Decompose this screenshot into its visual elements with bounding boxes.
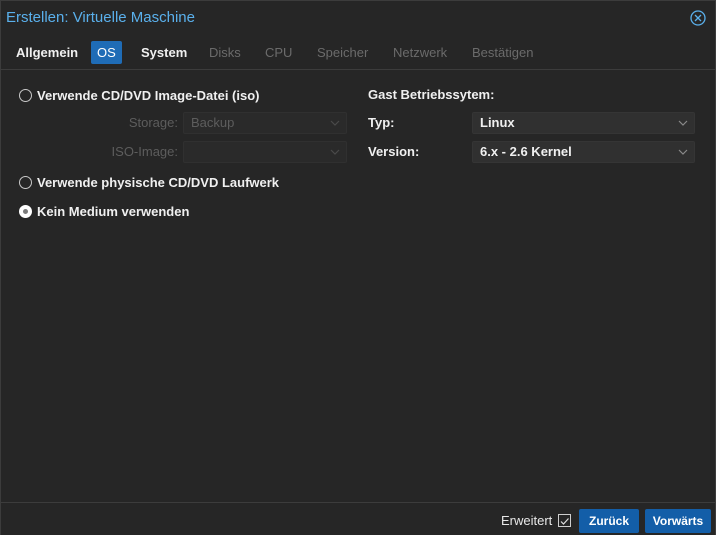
guest-os-title: Gast Betriebssytem:	[368, 87, 495, 102]
storage-label: Storage:	[128, 115, 178, 130]
tab-system[interactable]: System	[135, 41, 193, 64]
os-version-label: Version:	[368, 144, 420, 159]
wizard-tabs: Allgemein OS System Disks CPU Speicher N…	[1, 35, 715, 70]
radio-use-physical-drive-label: Verwende physische CD/DVD Laufwerk	[37, 174, 280, 190]
tab-bestaetigen: Bestätigen	[472, 45, 534, 60]
radio-no-media-label: Kein Medium verwenden	[37, 203, 190, 219]
os-version-value: 6.x - 2.6 Kernel	[480, 144, 572, 159]
chevron-down-icon	[330, 120, 340, 126]
dialog-title: Erstellen: Virtuelle Maschine	[6, 9, 195, 26]
os-version-select[interactable]: 6.x - 2.6 Kernel	[472, 141, 695, 163]
radio-button[interactable]	[19, 88, 32, 102]
title-bar: Erstellen: Virtuelle Maschine	[1, 1, 715, 35]
radio-no-media[interactable]: Kein Medium verwenden	[19, 202, 189, 220]
radio-use-iso-label: Verwende CD/DVD Image-Datei (iso)	[37, 87, 260, 103]
next-button[interactable]: Vorwärts	[645, 509, 711, 533]
tab-os[interactable]: OS	[91, 41, 122, 64]
os-type-value: Linux	[480, 115, 515, 130]
chevron-down-icon	[330, 149, 340, 155]
radio-use-physical-drive[interactable]: Verwende physische CD/DVD Laufwerk	[19, 173, 279, 191]
advanced-checkbox[interactable]	[558, 514, 571, 527]
tab-cpu: CPU	[265, 45, 293, 60]
chevron-down-icon	[678, 120, 688, 126]
radio-use-iso[interactable]: Verwende CD/DVD Image-Datei (iso)	[19, 86, 260, 104]
dialog-footer: Erweitert Zurück Vorwärts	[1, 502, 715, 535]
os-type-label: Typ:	[368, 115, 395, 130]
iso-image-label: ISO-Image:	[111, 144, 178, 159]
iso-image-select	[183, 141, 347, 163]
tab-allgemein[interactable]: Allgemein	[10, 41, 84, 64]
tab-disks: Disks	[209, 45, 241, 60]
tab-netzwerk: Netzwerk	[393, 45, 448, 60]
back-button[interactable]: Zurück	[579, 509, 639, 533]
checkmark-icon	[560, 518, 569, 525]
os-panel: Verwende CD/DVD Image-Datei (iso) Storag…	[1, 70, 715, 502]
radio-button-selected[interactable]	[19, 204, 32, 218]
tab-speicher: Speicher	[317, 45, 369, 60]
storage-select: Backup	[183, 112, 347, 134]
storage-value: Backup	[191, 115, 235, 130]
advanced-label: Erweitert	[501, 513, 553, 528]
os-type-select[interactable]: Linux	[472, 112, 695, 134]
close-icon[interactable]	[690, 10, 706, 26]
create-vm-dialog: Erstellen: Virtuelle Maschine Allgemein …	[0, 0, 716, 535]
chevron-down-icon	[678, 149, 688, 155]
radio-button[interactable]	[19, 175, 32, 189]
